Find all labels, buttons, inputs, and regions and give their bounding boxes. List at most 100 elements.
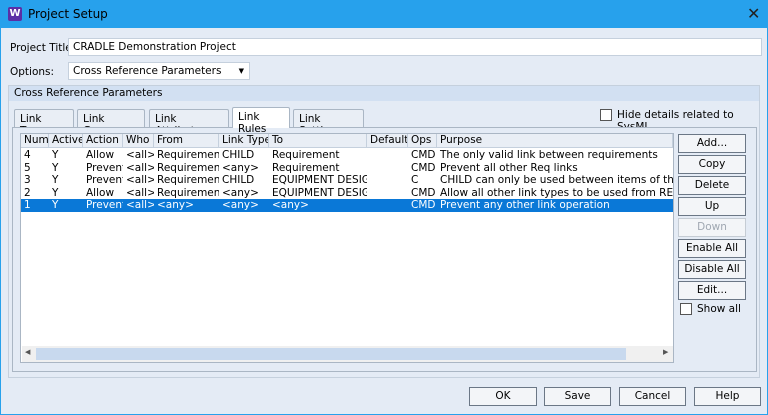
tab-link-types[interactable]: Link Types: [14, 109, 74, 137]
cell-to: EQUIPMENT DESIGN: [272, 186, 367, 199]
cell-default: [367, 174, 408, 187]
cell-from: Requirement: [157, 161, 219, 174]
project-title-input[interactable]: CRADLE Demonstration Project: [68, 38, 762, 56]
horizontal-scrollbar[interactable]: ◀ ▶: [22, 346, 673, 362]
cell-active: Y: [52, 186, 59, 199]
column-header-active[interactable]: Active: [49, 134, 83, 147]
cell-who: <all>: [126, 174, 154, 186]
cell-link-type: CHILD: [222, 149, 255, 161]
show-all-label: Show all: [697, 303, 741, 315]
cell-purpose: Prevent all other Req links: [440, 161, 578, 174]
down-button: Down: [678, 218, 746, 237]
cell-action: Prevent: [86, 161, 123, 174]
cell-link-type: <any>: [222, 186, 259, 199]
table-row[interactable]: 1 Y Prevent <all> <any> <any> <any> CMD Prevent …: [21, 199, 673, 212]
cell-action: Allow: [86, 186, 115, 199]
column-header-who[interactable]: Who: [123, 134, 154, 147]
cell-default: [367, 199, 408, 212]
cell-num: 4: [24, 149, 31, 161]
cell-link-type: <any>: [222, 199, 259, 211]
help-button[interactable]: Help: [694, 387, 761, 406]
scroll-right-icon[interactable]: ▶: [663, 348, 668, 356]
cell-num: 1: [24, 199, 31, 211]
cell-ops: CMD: [411, 149, 436, 161]
tab-link-attributes[interactable]: Link Attributes: [149, 109, 229, 137]
copy-button[interactable]: Copy: [678, 155, 746, 174]
cell-purpose: CHILD can only be used between items of …: [440, 174, 673, 186]
table-row[interactable]: 4 Y Allow <all> Requirement CHILD Requirement C…: [21, 149, 673, 162]
options-value: Cross Reference Parameters: [73, 65, 222, 77]
column-header-default[interactable]: Default: [367, 134, 408, 147]
cell-to: <any>: [272, 199, 309, 211]
save-button[interactable]: Save: [544, 387, 611, 406]
cell-num: 5: [24, 161, 31, 174]
ok-button[interactable]: OK: [469, 387, 537, 406]
column-header-ops[interactable]: Ops: [408, 134, 437, 147]
column-header-purpose[interactable]: Purpose: [437, 134, 673, 147]
window-title: Project Setup: [28, 7, 108, 21]
cell-active: Y: [52, 199, 59, 211]
cell-ops: CMD: [411, 161, 436, 174]
cell-from: Requirement: [157, 149, 219, 161]
hide-sysml-checkbox[interactable]: [600, 109, 612, 121]
project-title-label: Project Title:: [10, 42, 76, 54]
column-header-num[interactable]: Num: [21, 134, 49, 147]
link-rules-grid[interactable]: ◀ ▶ Num Active Action Who From Link Type To Def…: [20, 133, 674, 363]
table-row[interactable]: 2 Y Allow <all> Requirement <any> EQUIPMENT DE…: [21, 187, 673, 200]
cell-from: <any>: [157, 199, 194, 211]
delete-button[interactable]: Delete: [678, 176, 746, 195]
cell-from: Requirement: [157, 186, 219, 199]
scroll-left-icon[interactable]: ◀: [25, 348, 30, 356]
cell-to: EQUIPMENT DESIGN: [272, 174, 367, 186]
options-select[interactable]: Cross Reference Parameters ▼: [68, 62, 250, 80]
tab-link-settings[interactable]: Link Settings: [293, 109, 364, 137]
cell-num: 2: [24, 186, 31, 199]
edit-button[interactable]: Edit...: [678, 281, 746, 300]
column-header-link-type[interactable]: Link Type: [219, 134, 269, 147]
cell-who: <all>: [126, 199, 154, 211]
cell-default: [367, 187, 408, 200]
cell-action: Prevent: [86, 174, 123, 186]
app-icon: W: [8, 7, 22, 21]
column-header-action[interactable]: Action: [83, 134, 123, 147]
cell-purpose: Allow all other link types to be used fr…: [440, 186, 673, 199]
options-label: Options:: [10, 66, 55, 78]
cell-active: Y: [52, 161, 59, 174]
cell-who: <all>: [126, 186, 154, 199]
cell-to: Requirement: [272, 149, 340, 161]
tab-link-groups[interactable]: Link Groups: [77, 109, 145, 137]
scroll-thumb[interactable]: [36, 348, 626, 360]
close-icon[interactable]: ✕: [747, 4, 760, 23]
cell-purpose: The only valid link between requirements: [440, 149, 658, 161]
cell-action: Allow: [86, 149, 115, 161]
cell-to: Requirement: [272, 161, 340, 174]
cell-link-type: <any>: [222, 161, 259, 174]
group-title: Cross Reference Parameters: [9, 86, 759, 101]
table-row[interactable]: 5 Y Prevent <all> Requirement <any> Requiremen…: [21, 162, 673, 175]
cell-link-type: CHILD: [222, 174, 255, 186]
cell-ops: C: [411, 174, 419, 186]
cell-ops: CMD: [411, 199, 436, 211]
cell-active: Y: [52, 149, 59, 161]
chevron-down-icon: ▼: [238, 67, 244, 75]
cell-purpose: Prevent any other link operation: [440, 199, 610, 211]
cell-who: <all>: [126, 161, 154, 174]
disable-all-button[interactable]: Disable All: [678, 260, 746, 279]
cell-who: <all>: [126, 149, 154, 161]
show-all-checkbox[interactable]: [680, 303, 692, 315]
cell-action: Prevent: [86, 199, 123, 211]
cell-default: [367, 162, 408, 175]
title-bar: [0, 0, 768, 28]
cell-active: Y: [52, 174, 59, 186]
column-header-to[interactable]: To: [269, 134, 367, 147]
table-row[interactable]: 3 Y Prevent <all> Requirement CHILD EQUIPMENT …: [21, 174, 673, 187]
cell-num: 3: [24, 174, 31, 186]
cancel-button[interactable]: Cancel: [619, 387, 686, 406]
enable-all-button[interactable]: Enable All: [678, 239, 746, 258]
grid-header[interactable]: Num Active Action Who From Link Type To Default…: [21, 134, 673, 148]
column-header-from[interactable]: From: [154, 134, 219, 147]
up-button[interactable]: Up: [678, 197, 746, 216]
tab-link-rules[interactable]: Link Rules: [232, 107, 290, 135]
add-button[interactable]: Add...: [678, 134, 746, 153]
cell-from: Requirement: [157, 174, 219, 186]
